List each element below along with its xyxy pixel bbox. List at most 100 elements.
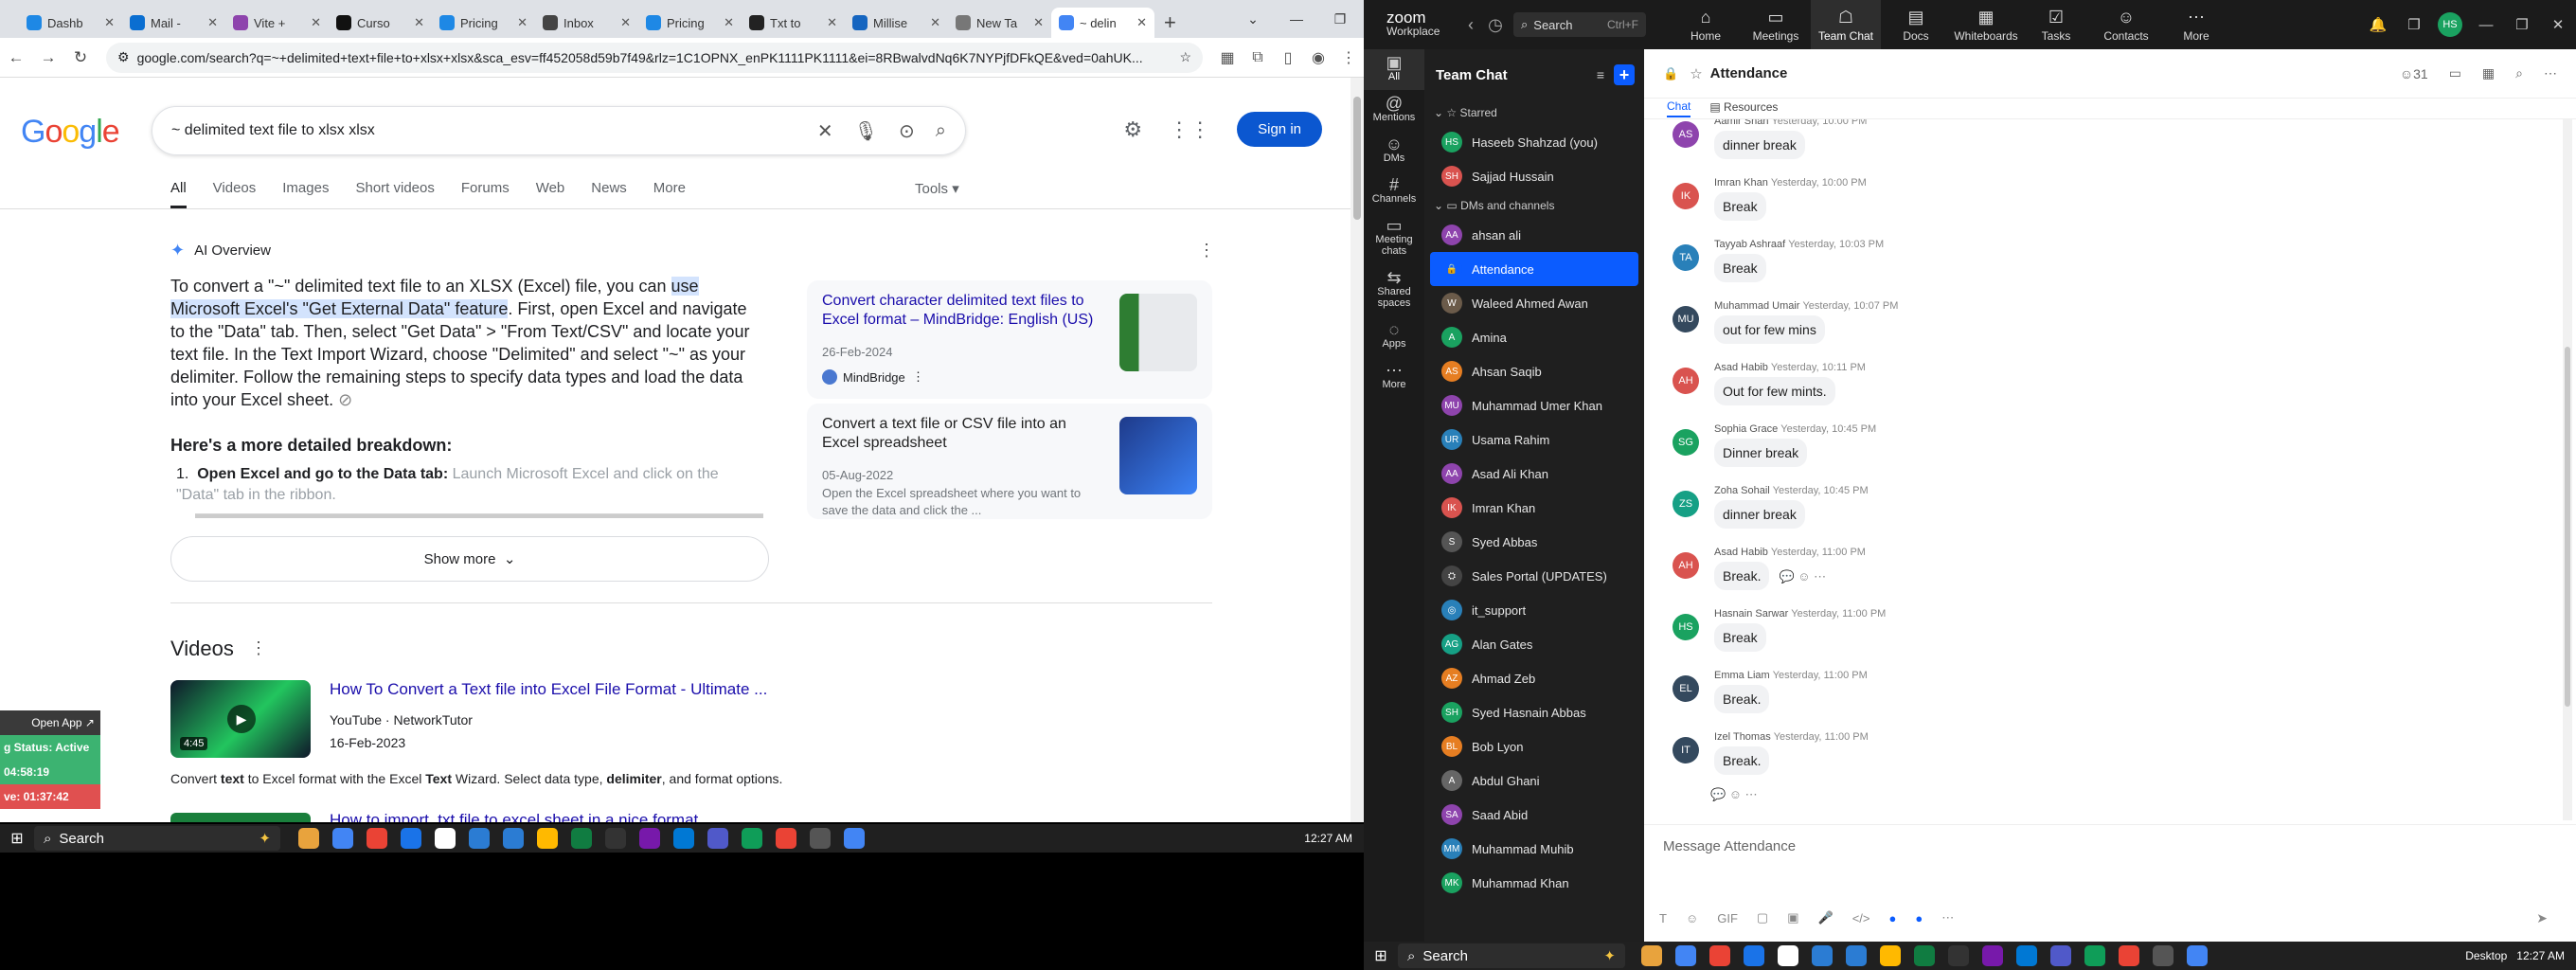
tab-resources[interactable]: ▤ Resources bbox=[1709, 100, 1778, 117]
browser-tab[interactable]: Millise ✕ bbox=[845, 8, 948, 38]
maximize-icon[interactable]: ❐ bbox=[1318, 11, 1362, 27]
avatar[interactable]: AS bbox=[1673, 121, 1699, 148]
composer-tool-icon[interactable]: GIF bbox=[1717, 911, 1738, 925]
section-header[interactable]: ⌄ ▭ DMs and channels bbox=[1424, 193, 1644, 218]
chat-list-item[interactable]: ⛭ Sales Portal (UPDATES) bbox=[1424, 559, 1644, 593]
apps-grid-icon[interactable]: ⋮⋮ bbox=[1169, 117, 1210, 142]
taskbar-app-icon[interactable] bbox=[2050, 945, 2071, 966]
message[interactable]: MU Muhammad Umair Yesterday, 10:07 PM out f… bbox=[1673, 300, 1898, 344]
zoom-nav-item[interactable]: ▭ Meetings bbox=[1741, 0, 1811, 49]
clock[interactable]: 12:27 AM bbox=[2516, 949, 2576, 962]
chat-title[interactable]: Attendance bbox=[1710, 65, 2379, 81]
message-author[interactable]: Zoha Sohail bbox=[1714, 485, 1770, 496]
show-more-button[interactable]: Show more ⌄ bbox=[170, 536, 769, 582]
avatar[interactable]: IK bbox=[1673, 183, 1699, 209]
taskbar-app-icon[interactable] bbox=[776, 828, 796, 849]
chat-list-title[interactable]: Team Chat bbox=[1436, 67, 1597, 83]
chat-list-item[interactable]: MK Muhammad Khan bbox=[1424, 866, 1644, 900]
chat-list-item[interactable]: AZ Ahmad Zeb bbox=[1424, 661, 1644, 695]
taskbar-app-icon[interactable] bbox=[537, 828, 558, 849]
composer-tool-icon[interactable]: </> bbox=[1852, 911, 1870, 925]
search-tab[interactable]: Forums bbox=[461, 180, 510, 208]
source-card[interactable]: Convert a text file or CSV file into an … bbox=[807, 404, 1212, 519]
google-logo[interactable]: Google bbox=[21, 114, 120, 151]
taskbar-app-icon[interactable] bbox=[2084, 945, 2105, 966]
minimize-icon[interactable]: — bbox=[1275, 11, 1318, 27]
taskbar-app-icon[interactable] bbox=[639, 828, 660, 849]
search-tab[interactable]: Images bbox=[282, 180, 329, 208]
chat-list-item[interactable]: ◎ it_support bbox=[1424, 593, 1644, 627]
chevron-down-icon[interactable]: ⌄ bbox=[1231, 11, 1275, 27]
sidebar-icon[interactable]: ▯ bbox=[1273, 48, 1303, 67]
chat-list-item[interactable]: A Abdul Ghani bbox=[1424, 763, 1644, 798]
zoom-nav-item[interactable]: ▦ Whiteboards bbox=[1951, 0, 2021, 49]
address-bar[interactable]: ⚙ google.com/search?q=~+delimited+text+f… bbox=[106, 42, 1203, 73]
browser-tab[interactable]: Mail - ✕ bbox=[122, 8, 225, 38]
page-scrollbar[interactable] bbox=[1351, 78, 1364, 822]
taskbar-app-icon[interactable] bbox=[2119, 945, 2139, 966]
clear-icon[interactable]: ✕ bbox=[817, 119, 833, 143]
taskbar-app-icon[interactable] bbox=[1744, 945, 1764, 966]
taskbar-app-icon[interactable] bbox=[401, 828, 421, 849]
zoom-nav-item[interactable]: ⌂ Home bbox=[1671, 0, 1741, 49]
back-icon[interactable]: ← bbox=[0, 48, 32, 67]
message-author[interactable]: Sophia Grace bbox=[1714, 423, 1778, 435]
avatar[interactable]: IT bbox=[1673, 737, 1699, 763]
search-icon[interactable]: ⌕ bbox=[936, 120, 946, 142]
browser-tab[interactable]: Curso ✕ bbox=[329, 8, 432, 38]
chat-list-item[interactable]: SA Saad Abid bbox=[1424, 798, 1644, 832]
taskbar-app-icon[interactable] bbox=[367, 828, 387, 849]
taskbar-app-icon[interactable] bbox=[2016, 945, 2037, 966]
link-icon[interactable]: ⊘ bbox=[338, 390, 352, 409]
zoom-nav-item[interactable]: ☺ Contacts bbox=[2091, 0, 2161, 49]
taskbar-app-icon[interactable] bbox=[298, 828, 319, 849]
taskbar-app-icon[interactable] bbox=[605, 828, 626, 849]
maximize-icon[interactable]: ❐ bbox=[2504, 16, 2540, 33]
message[interactable]: TA Tayyab Ashraaf Yesterday, 10:03 PM Break bbox=[1673, 239, 1884, 282]
browser-tab[interactable]: Inbox ✕ bbox=[535, 8, 638, 38]
copy-icon[interactable]: ❐ bbox=[2396, 16, 2432, 33]
close-icon[interactable]: ✕ bbox=[311, 15, 321, 30]
scroll-thumb[interactable] bbox=[2565, 347, 2570, 707]
scroll-thumb[interactable] bbox=[1353, 97, 1361, 220]
chat-list-item[interactable]: BL Bob Lyon bbox=[1424, 729, 1644, 763]
reload-icon[interactable]: ↻ bbox=[64, 48, 97, 67]
close-icon[interactable]: ✕ bbox=[2540, 16, 2576, 33]
message-author[interactable]: Hasnain Sarwar bbox=[1714, 608, 1788, 620]
close-icon[interactable]: ✕ bbox=[517, 15, 528, 30]
windows-start-icon[interactable]: ⊞ bbox=[0, 829, 34, 848]
zoom-nav-item[interactable]: ☑ Tasks bbox=[2021, 0, 2091, 49]
rail-item[interactable]: ☺ DMs bbox=[1364, 131, 1424, 171]
composer-tool-icon[interactable]: ▢ bbox=[1757, 910, 1768, 925]
taskbar-app-icon[interactable] bbox=[1812, 945, 1833, 966]
close-icon[interactable]: ✕ bbox=[620, 15, 631, 30]
close-icon[interactable]: ✕ bbox=[1136, 15, 1147, 30]
taskbar-app-icon[interactable] bbox=[844, 828, 865, 849]
star-icon[interactable]: ☆ bbox=[1690, 65, 1702, 82]
taskbar-app-icon[interactable] bbox=[1846, 945, 1867, 966]
browser-tab[interactable]: Txt to ✕ bbox=[742, 8, 845, 38]
message-author[interactable]: Imran Khan bbox=[1714, 177, 1768, 189]
taskbar-app-icon[interactable] bbox=[742, 828, 762, 849]
more-options-icon[interactable]: ⋮ bbox=[1198, 241, 1215, 260]
message-input[interactable]: Message Attendance bbox=[1663, 838, 1796, 854]
profile-icon[interactable]: ◉ bbox=[1303, 48, 1333, 67]
zoom-nav-item[interactable]: ☖ Team Chat bbox=[1811, 0, 1881, 49]
search-query[interactable]: ~ delimited text file to xlsx xlsx bbox=[171, 122, 796, 139]
avatar[interactable]: MU bbox=[1673, 306, 1699, 332]
message-author[interactable]: Aamir Shah bbox=[1714, 119, 1768, 127]
new-tab-icon[interactable]: + bbox=[1164, 8, 1176, 38]
site-info-icon[interactable]: ⚙ bbox=[117, 49, 130, 65]
filter-icon[interactable]: ≡ bbox=[1597, 67, 1604, 82]
rail-item[interactable]: ⋯ More bbox=[1364, 357, 1424, 398]
close-icon[interactable]: ✕ bbox=[930, 15, 940, 30]
chat-list-item[interactable]: IK Imran Khan bbox=[1424, 491, 1644, 525]
browser-tab[interactable]: Vite + ✕ bbox=[225, 8, 329, 38]
search-icon[interactable]: ⌕ bbox=[2515, 65, 2523, 81]
taskbar-app-icon[interactable] bbox=[810, 828, 831, 849]
taskbar-app-icon[interactable] bbox=[469, 828, 490, 849]
taskbar-app-icon[interactable] bbox=[435, 828, 456, 849]
taskbar-search[interactable]: ⌕ Search ✦ bbox=[34, 826, 280, 851]
taskbar-app-icon[interactable] bbox=[1880, 945, 1901, 966]
close-icon[interactable]: ✕ bbox=[207, 15, 218, 30]
